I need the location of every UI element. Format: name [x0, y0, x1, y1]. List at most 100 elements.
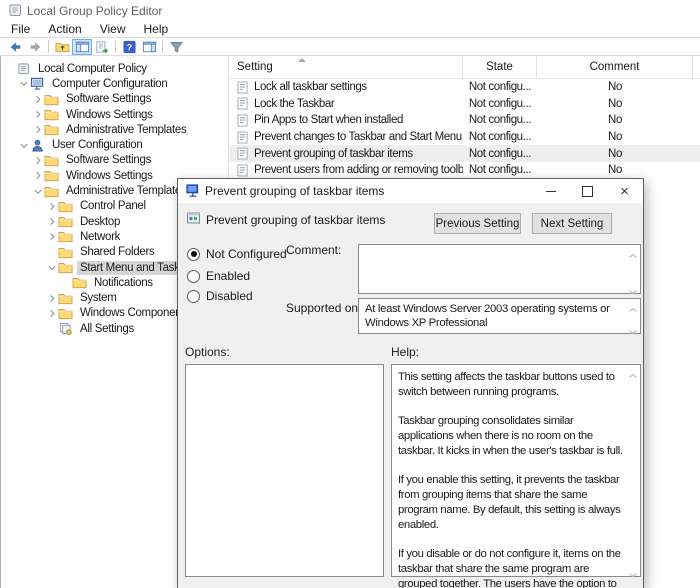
chevron-icon[interactable] [32, 109, 43, 120]
folder-icon [72, 276, 88, 289]
back-icon[interactable] [5, 39, 25, 55]
menu-item-view[interactable]: View [91, 22, 135, 36]
table-row[interactable]: Prevent changes to Taskbar and Start Men… [230, 129, 700, 146]
chevron-icon[interactable] [32, 155, 43, 166]
row-setting-label: Prevent changes to Taskbar and Start Men… [254, 131, 463, 143]
chevron-icon[interactable] [46, 216, 57, 227]
previous-setting-button[interactable]: Previous Setting [434, 213, 521, 234]
filter-icon[interactable] [166, 39, 186, 55]
radio-option[interactable]: Enabled [187, 268, 250, 284]
comment-input[interactable] [358, 244, 641, 294]
policy-doc-icon [237, 164, 249, 177]
chevron-icon[interactable] [32, 186, 43, 197]
column-header-state[interactable]: State [463, 56, 537, 78]
menu-item-file[interactable]: File [2, 22, 39, 36]
help-paragraph: Taskbar grouping consolidates similar ap… [398, 414, 624, 459]
tree-item[interactable]: User Configuration [1, 137, 228, 152]
row-comment: No [537, 131, 693, 143]
toolbar: ? [0, 38, 700, 56]
row-state: Not configu... [463, 131, 537, 143]
folder-icon [44, 169, 60, 182]
next-setting-button[interactable]: Next Setting [532, 213, 612, 234]
toolbar-separator [162, 40, 163, 53]
radio-button-icon[interactable] [187, 290, 200, 303]
tree-item-label: Local Computer Policy [35, 62, 150, 76]
radio-button-icon[interactable] [187, 248, 200, 261]
svg-text:?: ? [126, 42, 131, 52]
tree-item[interactable]: Windows Settings [1, 107, 228, 122]
table-row[interactable]: Prevent users from adding or removing to… [230, 162, 700, 179]
window-title: Local Group Policy Editor [27, 4, 162, 18]
menu-item-help[interactable]: Help [135, 22, 178, 36]
forward-icon[interactable] [25, 39, 45, 55]
tree-item-label: Administrative Templates [63, 184, 189, 198]
row-setting-label: Pin Apps to Start when installed [254, 114, 403, 126]
table-row[interactable]: Lock the Taskbar Not configu... No [230, 96, 700, 113]
minimize-button[interactable] [532, 179, 569, 203]
chevron-icon[interactable] [46, 308, 57, 319]
row-comment: No [537, 98, 693, 110]
folder-icon [58, 230, 74, 243]
chevron-icon[interactable] [32, 170, 43, 181]
tree-item-label: Network [77, 230, 123, 244]
folder-icon [58, 215, 74, 228]
help-label: Help: [391, 345, 419, 359]
column-header-comment[interactable]: Comment [537, 56, 693, 78]
radio-label: Disabled [206, 289, 253, 303]
dialog-titlebar[interactable]: Prevent grouping of taskbar items × [178, 179, 643, 203]
tree-item-label: Windows Components [77, 306, 193, 320]
tree-item-label: Software Settings [63, 153, 154, 167]
scroll-up-icon[interactable] [628, 302, 638, 308]
up-one-level-icon[interactable] [52, 39, 72, 55]
setting-name: Prevent grouping of taskbar items [206, 213, 385, 227]
tree-item[interactable]: Administrative Templates [1, 122, 228, 137]
radio-option[interactable]: Not Configured [187, 246, 287, 262]
chevron-icon[interactable] [46, 201, 57, 212]
column-header-setting[interactable]: Setting [230, 56, 463, 78]
row-state: Not configu... [463, 81, 537, 93]
tree-item[interactable]: Computer Configuration [1, 76, 228, 91]
radio-option[interactable]: Disabled [187, 288, 253, 304]
chevron-icon[interactable] [46, 231, 57, 242]
comment-label: Comment: [286, 243, 341, 257]
list-rows: Lock all taskbar settings Not configu...… [230, 79, 700, 179]
tree-item-label: Desktop [77, 215, 123, 229]
chevron-icon[interactable] [46, 262, 57, 273]
close-button[interactable]: × [606, 179, 643, 203]
chevron-icon[interactable] [32, 94, 43, 105]
maximize-button[interactable] [569, 179, 606, 203]
help-paragraph: This setting affects the taskbar buttons… [398, 370, 624, 400]
row-state: Not configu... [463, 164, 537, 176]
help-icon[interactable]: ? [119, 39, 139, 55]
table-row[interactable]: Lock all taskbar settings Not configu...… [230, 79, 700, 96]
tree-item-label: Software Settings [63, 92, 154, 106]
scroll-down-icon[interactable] [628, 284, 638, 290]
export-list-icon[interactable] [92, 39, 112, 55]
table-row[interactable]: Pin Apps to Start when installed Not con… [230, 112, 700, 129]
tree-item[interactable]: Software Settings [1, 92, 228, 107]
tree-item[interactable]: Software Settings [1, 153, 228, 168]
chevron-icon[interactable] [46, 293, 57, 304]
scroll-up-icon[interactable] [628, 368, 638, 374]
menu-item-action[interactable]: Action [39, 22, 90, 36]
table-row[interactable]: Prevent grouping of taskbar items Not co… [230, 145, 700, 162]
tree-item-label: Shared Folders [77, 245, 157, 259]
help-paragraph: If you enable this setting, it prevents … [398, 473, 624, 533]
close-icon: × [620, 184, 629, 199]
row-setting-label: Prevent users from adding or removing to… [254, 164, 463, 176]
chevron-icon[interactable] [18, 140, 29, 151]
supported-on-box: At least Windows Server 2003 operating s… [358, 298, 641, 334]
show-action-pane-icon[interactable] [139, 39, 159, 55]
scroll-down-icon[interactable] [628, 567, 638, 573]
folder-icon [58, 261, 74, 274]
scroll-down-icon[interactable] [628, 324, 638, 330]
chevron-icon[interactable] [32, 124, 43, 135]
user-icon [30, 139, 46, 152]
group-policy-icon [185, 183, 200, 198]
help-panel: This setting affects the taskbar buttons… [391, 364, 641, 577]
tree-item[interactable]: Local Computer Policy [1, 61, 228, 76]
chevron-icon[interactable] [18, 78, 29, 89]
scroll-up-icon[interactable] [628, 248, 638, 254]
radio-button-icon[interactable] [187, 270, 200, 283]
show-console-tree-icon[interactable] [72, 39, 92, 55]
